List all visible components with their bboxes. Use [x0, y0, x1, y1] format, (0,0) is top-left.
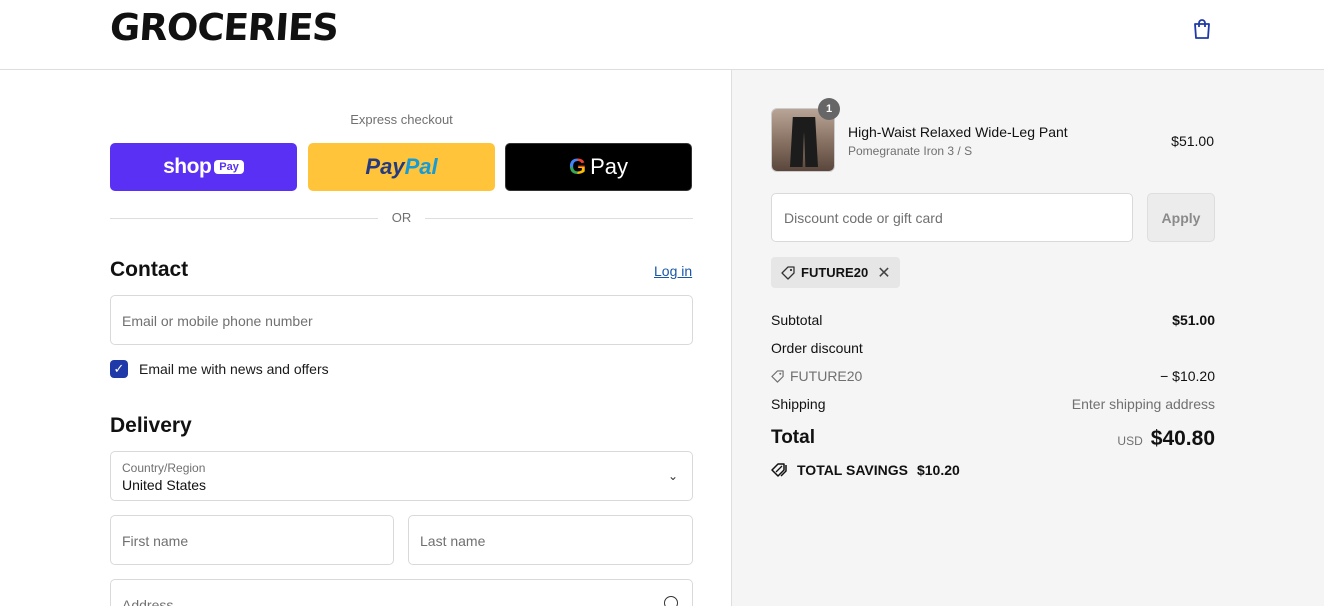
subtotal-value: $51.00 — [1172, 312, 1215, 328]
google-pay-wordmark: G Pay — [568, 154, 629, 179]
shop-pay-button[interactable]: shop Pay — [110, 143, 297, 191]
delivery-heading: Delivery — [110, 414, 192, 437]
login-link[interactable]: Log in — [654, 263, 692, 279]
discount-code-row: FUTURE20 − $10.20 — [771, 368, 1215, 384]
country-label: Country/Region — [122, 461, 206, 475]
total-value: $40.80 — [1150, 427, 1215, 450]
product-variant: Pomegranate Iron 3 / S — [848, 144, 973, 158]
savings-tag-icon — [771, 463, 787, 477]
currency-label: USD — [1117, 434, 1143, 448]
site-header: GROCERIES — [0, 0, 1324, 70]
email-field[interactable]: Email or mobile phone number — [110, 295, 693, 345]
last-name-field[interactable]: Last name — [408, 515, 693, 565]
applied-discount-tag: FUTURE20 ✕ — [771, 257, 900, 288]
checkout-form: Express checkout shop Pay PayPal G Pay O… — [0, 70, 731, 606]
quantity-badge: 1 — [818, 98, 840, 120]
first-name-field[interactable]: First name — [110, 515, 394, 565]
tag-icon — [771, 369, 784, 383]
product-name: High-Waist Relaxed Wide-Leg Pant — [848, 124, 1068, 140]
apply-discount-button[interactable]: Apply — [1147, 193, 1215, 242]
news-opt-in-label: Email me with news and offers — [139, 361, 329, 377]
total-savings: TOTAL SAVINGS $10.20 — [771, 462, 960, 478]
shop-pay-wordmark: shop — [163, 155, 212, 178]
news-checkbox[interactable]: ✓ — [110, 360, 128, 378]
google-pay-button[interactable]: G Pay — [505, 143, 692, 191]
total-row: Total USD $40.80 — [771, 427, 1215, 450]
express-checkout-label: Express checkout — [350, 112, 453, 127]
subtotal-label: Subtotal — [771, 312, 823, 328]
shop-pay-badge: Pay — [214, 160, 244, 174]
shopping-bag-icon[interactable] — [1192, 18, 1212, 40]
subtotal-row: Subtotal $51.00 — [771, 312, 1215, 328]
shipping-label: Shipping — [771, 396, 826, 412]
shipping-row: Shipping Enter shipping address — [771, 396, 1215, 412]
total-label: Total — [771, 427, 815, 448]
address-field[interactable]: Address — [110, 579, 693, 606]
google-g-icon: G — [568, 154, 587, 179]
remove-discount-icon[interactable]: ✕ — [877, 263, 890, 283]
total-savings-value: $10.20 — [916, 462, 960, 478]
applied-code-label: FUTURE20 — [801, 265, 869, 280]
country-value: United States — [122, 477, 207, 493]
store-logo[interactable]: GROCERIES — [108, 6, 339, 49]
total-savings-label: TOTAL SAVINGS — [797, 462, 908, 478]
tag-icon — [781, 265, 795, 280]
discount-value: − $10.20 — [1160, 368, 1215, 384]
country-select[interactable]: Country/Region United States ⌄ — [110, 451, 693, 501]
order-discount-label: Order discount — [771, 340, 863, 356]
or-divider: OR — [110, 210, 693, 226]
search-icon — [664, 596, 678, 606]
product-price: $51.00 — [1171, 133, 1214, 149]
discount-code-input[interactable]: Discount code or gift card — [771, 193, 1133, 242]
or-label: OR — [391, 210, 412, 225]
order-discount-row: Order discount — [771, 340, 1215, 356]
chevron-down-icon: ⌄ — [667, 469, 678, 483]
paypal-button[interactable]: PayPal — [308, 143, 495, 191]
news-opt-in[interactable]: ✓ Email me with news and offers — [110, 360, 329, 378]
contact-heading: Contact — [110, 258, 189, 281]
shipping-value: Enter shipping address — [1071, 396, 1215, 412]
paypal-wordmark: PayPal — [365, 154, 438, 179]
discount-code-label: FUTURE20 — [790, 368, 863, 384]
order-summary: 1 High-Waist Relaxed Wide-Leg Pant Pomeg… — [731, 70, 1324, 606]
